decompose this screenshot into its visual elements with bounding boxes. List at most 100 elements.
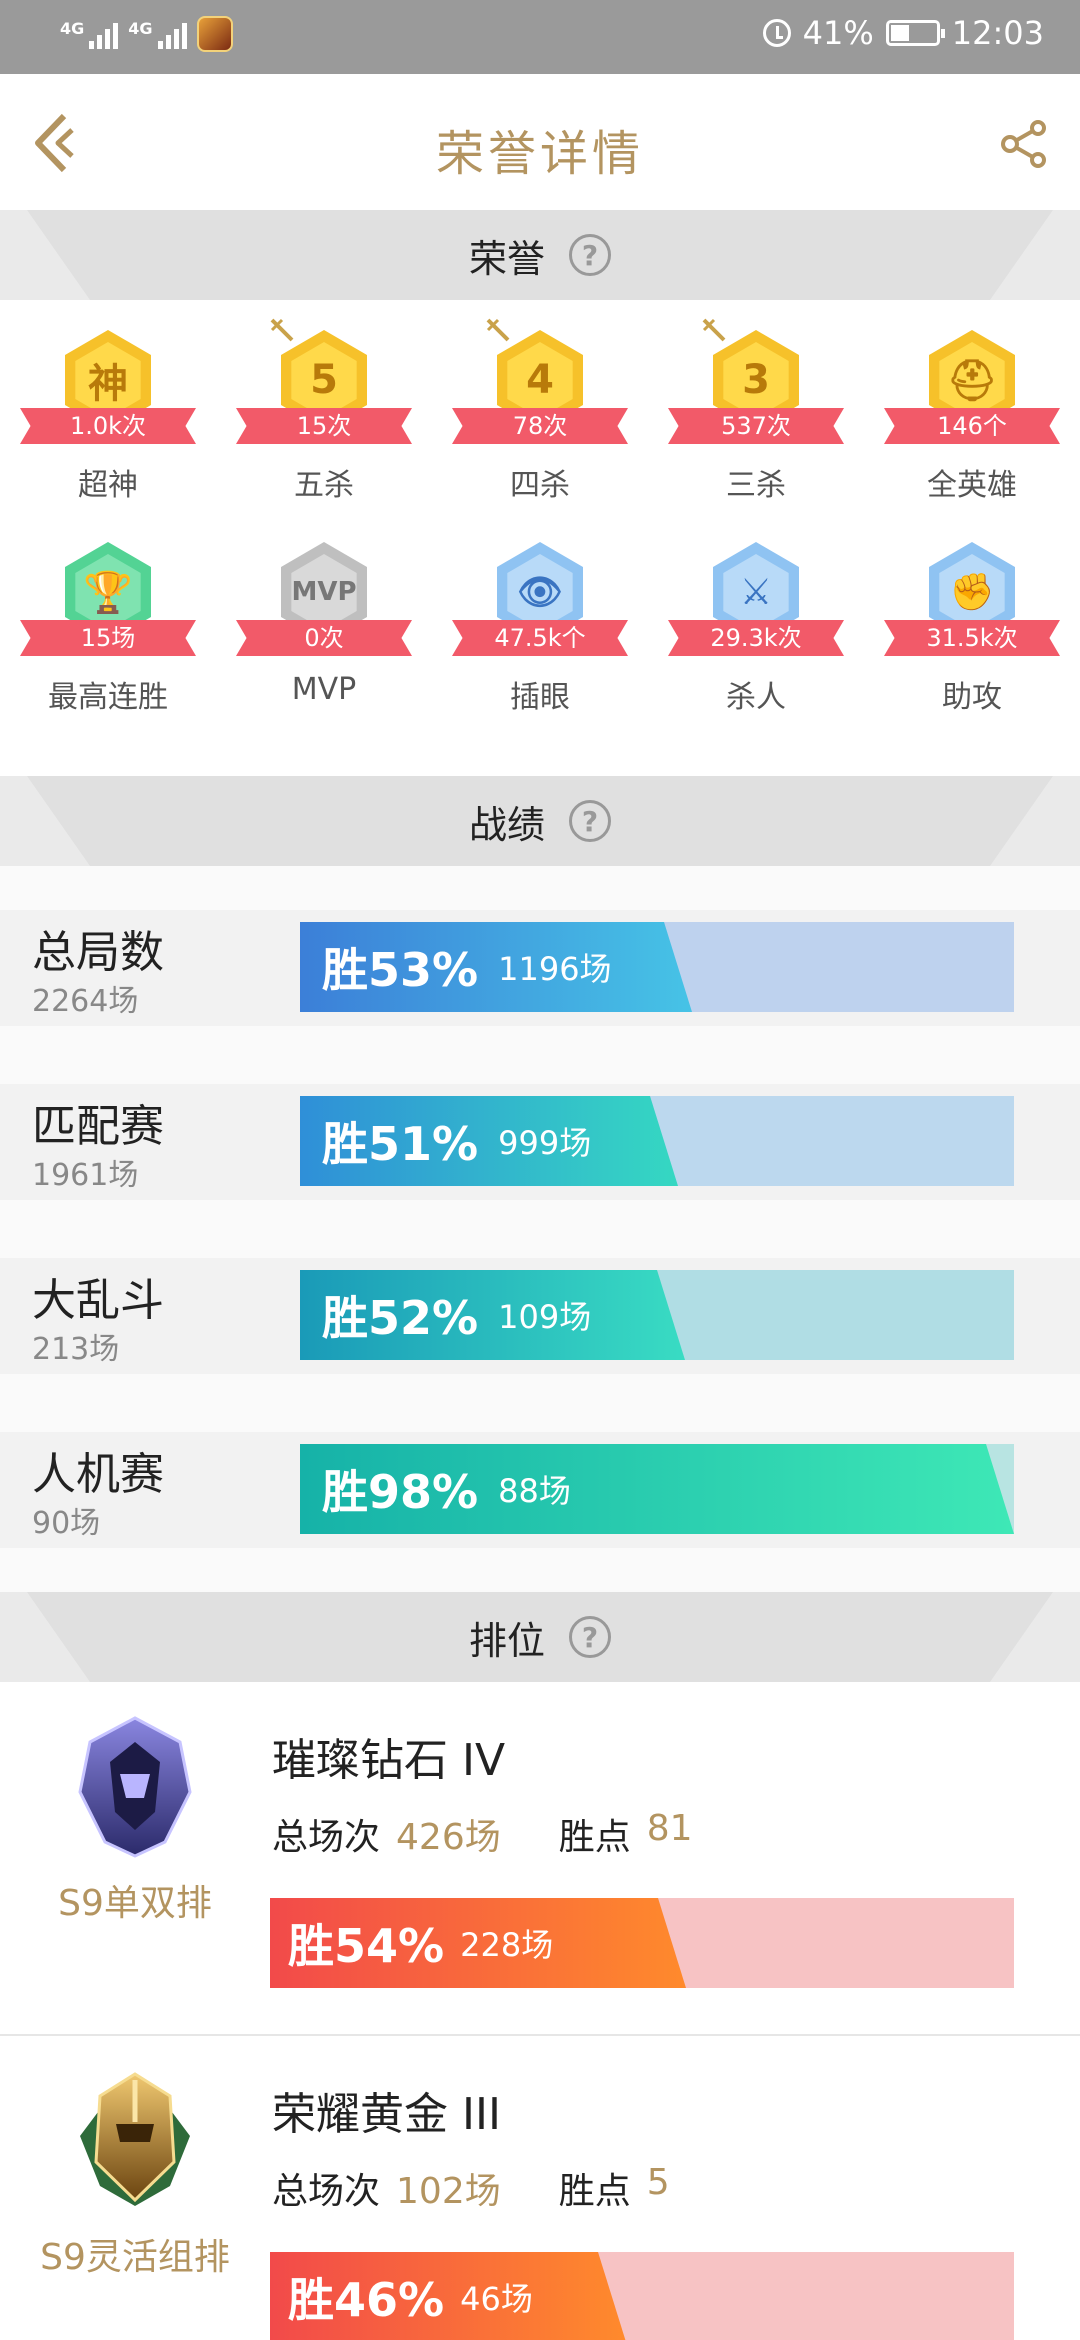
rank-tier: 荣耀黄金 III — [272, 2089, 501, 2140]
honor-item[interactable]: 🏆 15场 最高连胜 — [0, 532, 216, 742]
honor-item[interactable]: MVP 0次 MVP — [216, 532, 432, 742]
rank-card[interactable]: S9单双排 璀璨钻石 IV 总场次 426场 胜点 81 胜54% 228场 — [0, 1682, 1080, 2038]
honor-item[interactable]: 5 15次 五杀 — [216, 318, 432, 530]
battery-icon — [885, 20, 945, 46]
honor-value: 15次 — [236, 408, 412, 444]
honor-value: 0次 — [236, 620, 412, 656]
honor-label: 五杀 — [294, 468, 354, 503]
rank-card[interactable]: S9灵活组排 荣耀黄金 III 总场次 102场 胜点 5 胜46% 46场 — [0, 2036, 1080, 2340]
honor-value: 146个 — [884, 408, 1060, 444]
honor-item[interactable]: 👁 47.5k个 插眼 — [432, 532, 648, 742]
network-type-1: 4G — [60, 19, 85, 38]
honor-label: 超神 — [78, 468, 138, 503]
record-total-games: 213场 — [32, 1332, 120, 1367]
total-games-label: 总场次 — [272, 2171, 381, 2212]
honor-label: MVP — [291, 672, 357, 707]
win-percent: 胜51% — [322, 1117, 479, 1171]
honor-item[interactable]: ⚔ 29.3k次 杀人 — [648, 532, 864, 742]
rank-win-games: 46场 — [460, 2280, 533, 2318]
win-points-label: 胜点 — [558, 1817, 631, 1858]
total-games-value: 426场 — [396, 1817, 501, 1858]
app-notification-icon — [196, 16, 233, 52]
help-icon[interactable]: ? — [569, 234, 611, 276]
record-section-header: 战绩 ? — [0, 776, 1080, 866]
record-row[interactable]: 总局数 2264场 胜53% 1196场 — [0, 910, 1080, 1026]
clock: 12:03 — [951, 14, 1044, 52]
honor-item[interactable]: ✊ 31.5k次 助攻 — [864, 532, 1080, 742]
win-games: 88场 — [498, 1472, 571, 1510]
record-row[interactable]: 匹配赛 1961场 胜51% 999场 — [0, 1084, 1080, 1200]
rank-stats: 总场次 426场 胜点 81 — [272, 1808, 693, 1860]
honor-label: 插眼 — [510, 680, 570, 715]
rank-mode: S9单双排 — [58, 1883, 212, 1924]
signal-icon-2: 4G — [128, 19, 187, 49]
honor-value: 29.3k次 — [668, 620, 844, 656]
total-games-label: 总场次 — [272, 1817, 381, 1858]
total-games-value: 102场 — [396, 2171, 501, 2212]
win-games: 109场 — [498, 1298, 592, 1336]
honor-label: 最高连胜 — [48, 680, 168, 715]
network-type-2: 4G — [128, 19, 153, 38]
honor-label: 助攻 — [942, 680, 1002, 715]
record-section-title: 战绩 — [468, 802, 545, 847]
record-total-games: 2264场 — [32, 984, 139, 1019]
gold-rank-emblem-icon — [70, 2066, 200, 2216]
honor-label: 四杀 — [510, 468, 570, 503]
rank-tier: 璀璨钻石 IV — [272, 1735, 506, 1786]
win-points-label: 胜点 — [558, 2171, 631, 2212]
win-percent: 胜52% — [322, 1291, 479, 1345]
help-icon[interactable]: ? — [569, 1616, 611, 1658]
honor-item[interactable]: ⛑ 146个 全英雄 — [864, 320, 1080, 530]
win-rate-bar: 胜98% 88场 — [300, 1444, 1014, 1534]
record-mode-name: 人机赛 — [32, 1449, 164, 1500]
sword-icon — [270, 318, 294, 342]
record-total-games: 90场 — [32, 1506, 101, 1541]
honor-section-title: 荣誉 — [468, 236, 545, 281]
honor-value: 15场 — [20, 620, 196, 656]
rank-win-percent: 胜46% — [288, 2273, 445, 2327]
rank-win-games: 228场 — [460, 1926, 554, 1964]
page-title: 荣誉详情 — [435, 126, 644, 182]
record-row[interactable]: 人机赛 90场 胜98% 88场 — [0, 1432, 1080, 1548]
record-row[interactable]: 大乱斗 213场 胜52% 109场 — [0, 1258, 1080, 1374]
win-rate-bar: 胜51% 999场 — [300, 1096, 1014, 1186]
sword-icon — [702, 318, 726, 342]
honor-grid: 神 1.0k次 超神 5 15次 五杀 4 78次 四杀 3 537次 三杀 ⛑ 146个 全英雄 🏆 15场最… — [0, 300, 1080, 776]
status-right: 41% 12:03 — [762, 14, 1044, 52]
sword-icon — [486, 318, 510, 342]
rank-section-header: 排位 ? — [0, 1592, 1080, 1682]
rank-section-title: 排位 — [468, 1618, 545, 1663]
battery-percent: 41% — [802, 14, 874, 52]
win-games: 999场 — [498, 1124, 592, 1162]
honor-section-header: 荣誉 ? — [0, 210, 1080, 300]
alarm-icon — [762, 19, 791, 47]
rank-win-percent: 胜54% — [288, 1919, 445, 1973]
diamond-rank-emblem-icon — [70, 1712, 200, 1862]
honor-label: 全英雄 — [927, 468, 1017, 503]
honor-label: 三杀 — [726, 468, 786, 503]
honor-label: 杀人 — [726, 680, 786, 715]
rank-mode: S9灵活组排 — [40, 2237, 230, 2278]
share-button[interactable] — [1000, 120, 1048, 168]
help-icon[interactable]: ? — [569, 800, 611, 842]
honor-value: 78次 — [452, 408, 628, 444]
honor-item[interactable]: 3 537次 三杀 — [648, 318, 864, 530]
honor-item[interactable]: 神 1.0k次 超神 — [0, 320, 216, 530]
honor-value: 47.5k个 — [452, 620, 628, 656]
nav-bar: 荣誉详情 — [0, 74, 1080, 210]
honor-value: 1.0k次 — [20, 408, 196, 444]
honor-item[interactable]: 4 78次 四杀 — [432, 318, 648, 530]
signal-icon: 4G — [60, 19, 119, 49]
win-percent: 胜53% — [322, 943, 479, 997]
record-mode-name: 匹配赛 — [32, 1101, 164, 1152]
record-total-games: 1961场 — [32, 1158, 139, 1193]
honor-value: 31.5k次 — [884, 620, 1060, 656]
win-games: 1196场 — [498, 950, 612, 988]
rank-win-rate-bar: 胜46% 46场 — [270, 2252, 1014, 2340]
rank-stats: 总场次 102场 胜点 5 — [272, 2162, 670, 2214]
status-bar: 4G 4G 41% 12:03 — [0, 0, 1080, 74]
record-mode-name: 大乱斗 — [32, 1275, 164, 1326]
win-rate-bar: 胜53% 1196场 — [300, 922, 1014, 1012]
honor-value: 537次 — [668, 408, 844, 444]
win-points-value: 5 — [646, 2162, 670, 2203]
